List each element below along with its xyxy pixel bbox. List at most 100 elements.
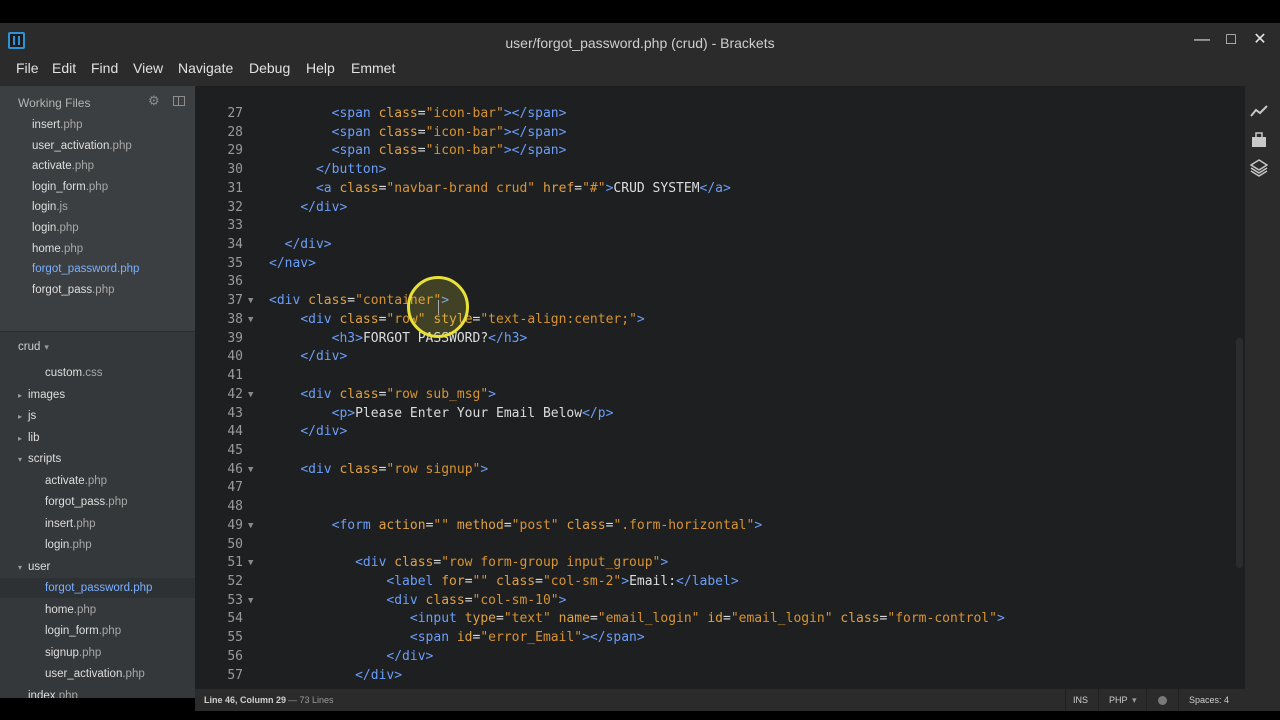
maximize-button[interactable]: □ bbox=[1219, 29, 1243, 51]
working-file-item[interactable]: activate.php bbox=[0, 156, 195, 176]
code-line[interactable]: 53 ▼ <div class="col-sm-10"> bbox=[195, 592, 1245, 611]
folder-expanded-icon[interactable]: ▾ bbox=[18, 450, 28, 470]
code-line[interactable]: 36 bbox=[195, 273, 1245, 292]
code-line[interactable]: 45 bbox=[195, 442, 1245, 461]
tree-folder[interactable]: ▸ images bbox=[0, 385, 195, 405]
code-line[interactable]: 43 <p>Please Enter Your Email Below</p> bbox=[195, 405, 1245, 424]
code-line[interactable]: 48 bbox=[195, 498, 1245, 517]
tree-file[interactable]: login_form.php bbox=[0, 621, 195, 641]
linter-status-icon[interactable] bbox=[1158, 696, 1167, 705]
indent-spaces[interactable]: Spaces: 4 bbox=[1189, 695, 1229, 705]
menu-debug[interactable]: Debug bbox=[249, 60, 290, 76]
tree-file[interactable]: insert.php bbox=[0, 514, 195, 534]
working-file-item[interactable]: forgot_pass.php bbox=[0, 280, 195, 300]
code-line[interactable]: 55 <span id="error_Email"></span> bbox=[195, 629, 1245, 648]
code-line[interactable]: 42 ▼ <div class="row sub_msg"> bbox=[195, 386, 1245, 405]
code-text: </div> bbox=[300, 349, 348, 365]
language-select[interactable]: PHP bbox=[1109, 695, 1128, 705]
tree-file[interactable]: user_activation.php bbox=[0, 664, 195, 684]
minimize-button[interactable]: — bbox=[1190, 29, 1214, 51]
fold-toggle-icon[interactable]: ▼ bbox=[248, 554, 253, 573]
fold-toggle-icon[interactable]: ▼ bbox=[248, 461, 253, 480]
chevron-down-icon[interactable]: ▾ bbox=[1132, 695, 1137, 706]
code-line[interactable]: 33 bbox=[195, 217, 1245, 236]
extension-manager-icon[interactable] bbox=[1250, 131, 1268, 149]
cursor-position[interactable]: Line 46, Column 29 bbox=[204, 695, 286, 705]
code-line[interactable]: 34 </div> bbox=[195, 236, 1245, 255]
tree-file[interactable]: forgot_pass.php bbox=[0, 492, 195, 512]
fold-toggle-icon[interactable]: ▼ bbox=[248, 592, 253, 611]
code-line[interactable]: 52 <label for="" class="col-sm-2">Email:… bbox=[195, 573, 1245, 592]
working-file-item[interactable]: login.php bbox=[0, 218, 195, 238]
line-number: 55 bbox=[227, 630, 243, 646]
code-line[interactable]: 41 bbox=[195, 367, 1245, 386]
code-line[interactable]: 28 <span class="icon-bar"></span> bbox=[195, 124, 1245, 143]
folder-collapsed-icon[interactable]: ▸ bbox=[18, 407, 28, 427]
code-line[interactable]: 35 </nav> bbox=[195, 255, 1245, 274]
folder-collapsed-icon[interactable]: ▸ bbox=[18, 429, 28, 449]
code-line[interactable]: 32 </div> bbox=[195, 199, 1245, 218]
code-line[interactable]: 47 bbox=[195, 479, 1245, 498]
code-line[interactable]: 37 ▼ <div class="container"> bbox=[195, 292, 1245, 311]
working-file-item[interactable]: home.php bbox=[0, 239, 195, 259]
menu-view[interactable]: View bbox=[133, 60, 163, 76]
folder-expanded-icon[interactable]: ▾ bbox=[18, 558, 28, 578]
working-file-item[interactable]: user_activation.php bbox=[0, 136, 195, 156]
tree-file[interactable]: login.php bbox=[0, 535, 195, 555]
menu-edit[interactable]: Edit bbox=[52, 60, 76, 76]
code-line[interactable]: 50 bbox=[195, 536, 1245, 555]
editor-scrollbar-thumb[interactable] bbox=[1236, 338, 1243, 568]
working-file-item[interactable]: insert.php bbox=[0, 115, 195, 135]
menu-navigate[interactable]: Navigate bbox=[178, 60, 233, 76]
menu-find[interactable]: Find bbox=[91, 60, 118, 76]
tree-file[interactable]: index.php bbox=[0, 686, 195, 699]
code-line[interactable]: 44 </div> bbox=[195, 423, 1245, 442]
code-line[interactable]: 54 <input type="text" name="email_login"… bbox=[195, 610, 1245, 629]
split-view-icon[interactable] bbox=[173, 96, 185, 106]
code-line[interactable]: 39 <h3>FORGOT PASSWORD?</h3> bbox=[195, 330, 1245, 349]
working-file-item[interactable]: login_form.php bbox=[0, 177, 195, 197]
line-number: 32 bbox=[227, 199, 243, 215]
tree-folder[interactable]: ▾ user bbox=[0, 557, 195, 577]
fold-toggle-icon[interactable]: ▼ bbox=[248, 517, 253, 536]
tree-folder[interactable]: ▸ lib bbox=[0, 428, 195, 448]
tree-file[interactable]: forgot_password.php bbox=[0, 578, 195, 598]
tree-file[interactable]: activate.php bbox=[0, 471, 195, 491]
code-line[interactable]: 51 ▼ <div class="row form-group input_gro… bbox=[195, 554, 1245, 573]
close-button[interactable]: ✕ bbox=[1248, 29, 1272, 51]
code-line[interactable]: 30 </button> bbox=[195, 161, 1245, 180]
working-file-item[interactable]: forgot_password.php bbox=[0, 259, 195, 279]
tree-folder[interactable]: ▸ js bbox=[0, 406, 195, 426]
insert-mode-toggle[interactable]: INS bbox=[1073, 695, 1088, 705]
fold-toggle-icon[interactable]: ▼ bbox=[248, 386, 253, 405]
tree-file[interactable]: custom.css bbox=[0, 363, 195, 383]
fold-toggle-icon[interactable]: ▼ bbox=[248, 311, 253, 330]
file-name: activate bbox=[32, 160, 72, 173]
menu-file[interactable]: File bbox=[16, 60, 39, 76]
code-line[interactable]: 40 </div> bbox=[195, 348, 1245, 367]
working-file-item[interactable]: login.js bbox=[0, 197, 195, 217]
code-line[interactable]: 31 <a class="navbar-brand crud" href="#"… bbox=[195, 180, 1245, 199]
code-line[interactable]: 49 ▼ <form action="" method="post" class=… bbox=[195, 517, 1245, 536]
code-line[interactable]: 56 </div> bbox=[195, 648, 1245, 667]
layers-icon[interactable] bbox=[1250, 159, 1268, 177]
live-preview-icon[interactable] bbox=[1250, 103, 1268, 121]
menu-emmet[interactable]: Emmet bbox=[351, 60, 395, 76]
gear-icon[interactable]: ⚙ bbox=[148, 93, 160, 109]
code-line[interactable]: 27 <span class="icon-bar"></span> bbox=[195, 105, 1245, 124]
tree-folder[interactable]: ▾ scripts bbox=[0, 449, 195, 469]
menu-help[interactable]: Help bbox=[306, 60, 335, 76]
folder-collapsed-icon[interactable]: ▸ bbox=[18, 386, 28, 406]
code-text: </nav> bbox=[269, 255, 316, 271]
code-line[interactable]: 57 </div> bbox=[195, 667, 1245, 686]
code-line[interactable]: 29 <span class="icon-bar"></span> bbox=[195, 142, 1245, 161]
code-text: <a class="navbar-brand crud" href="#">CR… bbox=[315, 180, 731, 196]
project-dropdown[interactable]: crud ▾ bbox=[0, 337, 195, 357]
file-extension: .php bbox=[84, 474, 108, 487]
tree-file[interactable]: signup.php bbox=[0, 643, 195, 663]
code-line[interactable]: 46 ▼ <div class="row signup"> bbox=[195, 461, 1245, 480]
code-editor[interactable]: 27 <span class="icon-bar"></span> 28 <spa… bbox=[195, 86, 1245, 689]
tree-file[interactable]: home.php bbox=[0, 600, 195, 620]
code-line[interactable]: 38 ▼ <div class="row" style="text-align:c… bbox=[195, 311, 1245, 330]
fold-toggle-icon[interactable]: ▼ bbox=[248, 292, 253, 311]
